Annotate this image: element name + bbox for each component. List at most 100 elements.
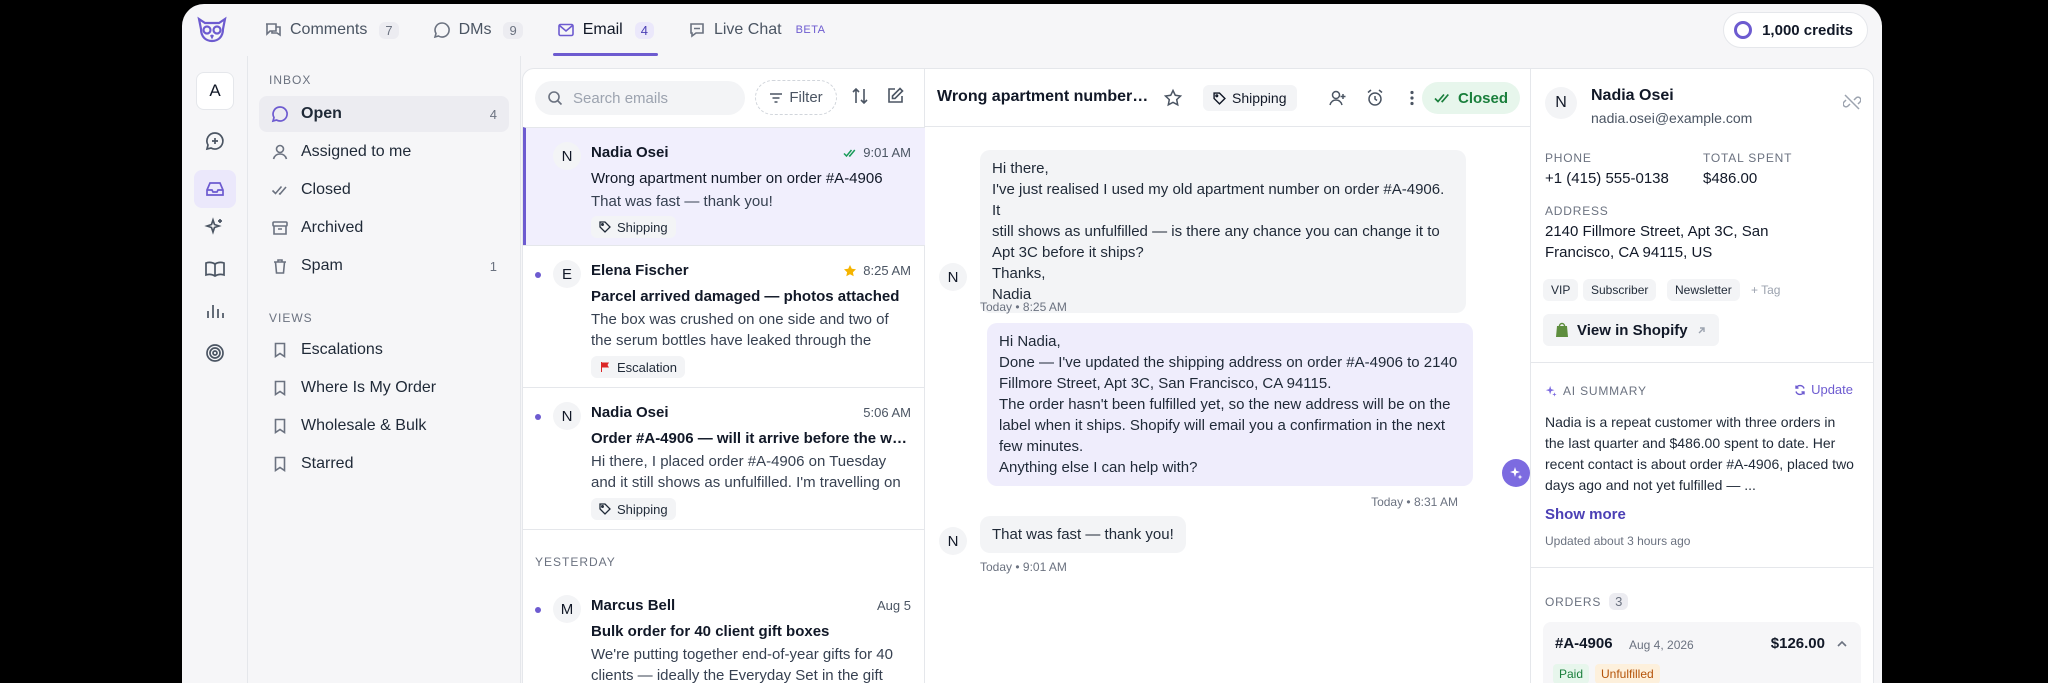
channel-tabs: Comments 7 DMs 9 Email 4 Live Chat BETA [260, 4, 829, 56]
sender-avatar: N [939, 527, 967, 555]
sender-name: Nadia Osei [591, 144, 669, 161]
spent-value: $486.00 [1703, 170, 1758, 187]
target-icon[interactable] [204, 342, 226, 364]
divider [523, 529, 924, 530]
filter-button[interactable]: Filter [755, 80, 837, 115]
chat-bubble-icon [433, 21, 451, 39]
search-icon [547, 90, 563, 106]
conversation-header: Wrong apartment number on order #A-4906 … [925, 69, 1530, 127]
view-in-shopify-button[interactable]: View in Shopify [1543, 314, 1719, 346]
tab-label: Email [582, 21, 623, 38]
email-subject: Parcel arrived damaged — photos attached [591, 288, 900, 305]
message-line: That was fast — thank you! [992, 526, 1174, 543]
tab-email[interactable]: Email 4 [552, 4, 659, 56]
archive-icon [271, 219, 289, 237]
nav-item-open[interactable]: Open 4 [259, 96, 509, 132]
orders-header: ORDERS 3 [1545, 593, 1629, 610]
time-label: Aug 5 [877, 598, 911, 613]
nav-item-archived[interactable]: Archived [259, 210, 509, 246]
message-line: Fillmore Street, Apt 3C, San Francisco, … [999, 375, 1332, 392]
snooze-alarm-icon[interactable] [1365, 88, 1385, 108]
conversation-title: Wrong apartment number on order #A-4906 [937, 88, 1152, 105]
bookmark-icon [271, 341, 289, 359]
message-meta: Today • 8:25 AM [980, 300, 1067, 314]
inbox-nav: INBOX Open 4 Assigned to me Closed Archi… [249, 56, 521, 683]
list-item[interactable]: M Marcus Bell Aug 5 Bulk order for 40 cl… [523, 581, 925, 683]
customer-tag[interactable]: Newsletter [1667, 279, 1740, 301]
email-preview: We're putting together end-of-year gifts… [591, 646, 893, 683]
list-item[interactable]: N Nadia Osei 5:06 AM Order #A-4906 — wil… [523, 387, 925, 529]
refresh-icon [1794, 384, 1806, 396]
nav-item-assigned[interactable]: Assigned to me [259, 134, 509, 170]
message-line: label when it ships. Shopify will email … [999, 417, 1446, 434]
nav-count: 4 [489, 106, 497, 122]
show-more-link[interactable]: Show more [1545, 506, 1626, 523]
nav-item-where-is-my-order[interactable]: Where Is My Order [259, 370, 509, 406]
order-card[interactable]: #A-4906 Aug 4, 2026 $126.00 Paid Unfulfi… [1543, 622, 1861, 683]
customer-tag[interactable]: VIP [1543, 279, 1579, 301]
phone-label: PHONE [1545, 151, 1592, 165]
analytics-icon[interactable] [204, 300, 226, 322]
email-preview: That was fast — thank you! [591, 193, 773, 210]
collapse-panel-icon[interactable] [1843, 93, 1861, 111]
nav-item-starred[interactable]: Starred [259, 446, 509, 482]
tab-dms[interactable]: DMs 9 [429, 4, 527, 56]
owl-logo-icon[interactable] [196, 16, 228, 44]
assign-user-icon[interactable] [1328, 88, 1348, 108]
tag-icon [599, 221, 611, 233]
nav-label: Assigned to me [301, 143, 412, 160]
tab-live-chat[interactable]: Live Chat BETA [684, 4, 830, 56]
nav-label: Where Is My Order [301, 379, 437, 396]
chevron-up-icon[interactable] [1835, 637, 1849, 651]
add-tag-button[interactable]: + Tag [1743, 279, 1788, 301]
phone-value: +1 (415) 555-0138 [1545, 170, 1669, 187]
tag-icon [1213, 91, 1226, 105]
conversation-tag[interactable]: Shipping [1203, 85, 1297, 111]
customer-tag[interactable]: Subscriber [1583, 279, 1657, 301]
sender-avatar: N [939, 263, 967, 291]
email-subject: Order #A-4906 — will it arrive before th… [591, 430, 911, 447]
sparkles-icon[interactable] [204, 216, 226, 238]
sort-icon[interactable] [850, 86, 870, 106]
ai-summary-header: AI SUMMARY [1545, 384, 1647, 398]
message-line: Anything else I can help with? [999, 459, 1198, 476]
nav-label: Closed [301, 181, 351, 198]
ai-update-button[interactable]: Update [1794, 382, 1853, 397]
tag-label: Escalation [617, 359, 677, 375]
ai-summary-text: Nadia is a repeat customer with three or… [1545, 414, 1854, 493]
message-line: Thanks, [992, 265, 1046, 282]
nav-item-escalations[interactable]: Escalations [259, 332, 509, 368]
star-outline-icon[interactable] [1163, 88, 1183, 108]
credits-button[interactable]: 1,000 credits [1723, 12, 1868, 48]
ai-assist-button[interactable] [1502, 459, 1530, 487]
list-item[interactable]: N Nadia Osei 9:01 AM Wrong apartment num… [523, 127, 925, 245]
workspace-avatar[interactable]: A [196, 72, 234, 110]
nav-item-closed[interactable]: Closed [259, 172, 509, 208]
divider [1531, 567, 1873, 568]
inbox-icon[interactable] [194, 170, 236, 208]
tab-label: Comments [290, 21, 368, 38]
tab-comments[interactable]: Comments 7 [260, 4, 403, 56]
comments-icon [264, 21, 282, 39]
book-icon[interactable] [204, 258, 226, 280]
ai-summary-label: AI SUMMARY [1563, 384, 1647, 398]
nav-item-wholesale[interactable]: Wholesale & Bulk [259, 408, 509, 444]
star-icon[interactable] [843, 264, 857, 278]
bookmark-icon [271, 379, 289, 397]
user-icon [271, 143, 289, 161]
tab-count: 4 [634, 21, 654, 39]
compose-icon[interactable] [885, 86, 905, 106]
list-item[interactable]: E Elena Fischer 8:25 AM Parcel arrived d… [523, 245, 925, 387]
double-check-icon [271, 181, 289, 199]
more-vertical-icon[interactable] [1402, 88, 1422, 108]
icon-rail: A [182, 56, 248, 683]
status-closed-button[interactable]: Closed [1421, 82, 1520, 114]
sparkles-icon [1509, 466, 1523, 480]
search-input[interactable] [573, 89, 723, 107]
conversations-icon[interactable] [204, 130, 226, 152]
time-label: 5:06 AM [863, 405, 911, 420]
message-bubble-outbound: Hi Nadia, Done — I've updated the shippi… [987, 323, 1473, 486]
nav-item-spam[interactable]: Spam 1 [259, 248, 509, 284]
search-box[interactable] [535, 81, 745, 115]
external-link-icon [1696, 325, 1707, 336]
